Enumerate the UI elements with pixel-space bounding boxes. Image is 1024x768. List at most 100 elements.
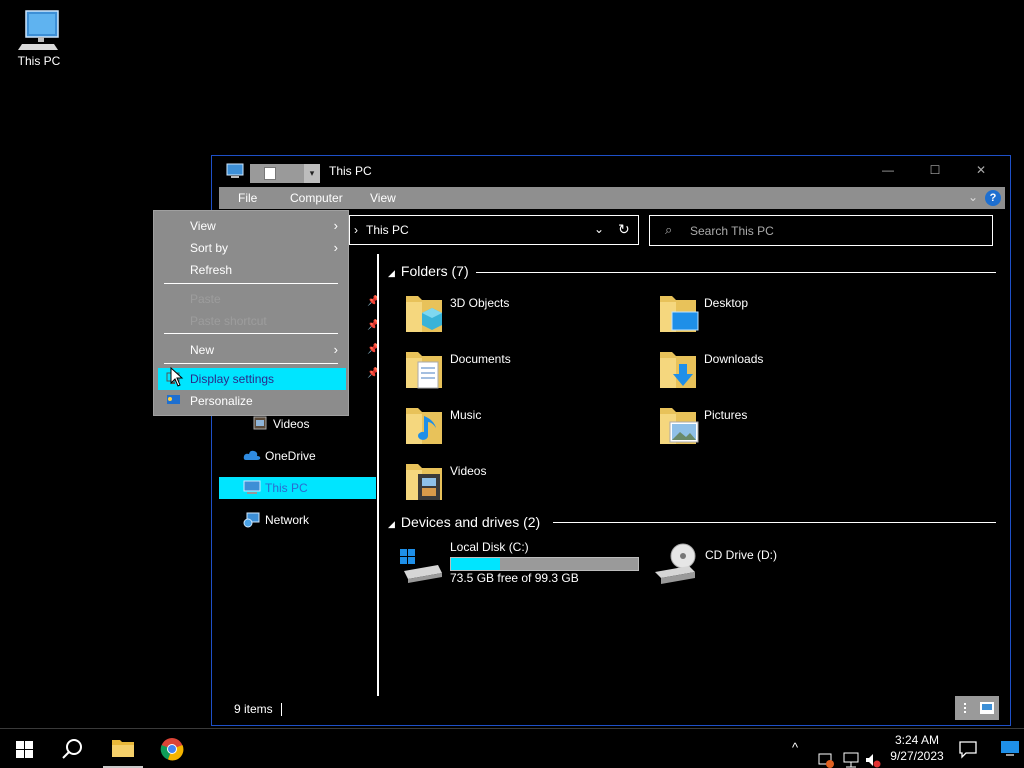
menu-separator: [164, 283, 338, 284]
documents-folder-icon: [406, 352, 442, 389]
menu-item-label: Display settings: [190, 372, 275, 386]
properties-icon[interactable]: [264, 167, 276, 180]
nav-item-videos[interactable]: Videos: [219, 413, 376, 435]
cd-drive-icon: [655, 543, 696, 584]
show-desktop-icon[interactable]: [1000, 739, 1020, 757]
maximize-button[interactable]: ☐: [925, 162, 945, 178]
menu-item-new[interactable]: New ›: [158, 339, 346, 361]
close-button[interactable]: ✕: [971, 162, 991, 178]
mouse-cursor-icon: [170, 367, 184, 387]
folder-item[interactable]: Music: [404, 402, 644, 454]
network-icon: [243, 512, 260, 528]
onedrive-icon: [243, 450, 261, 460]
drive-label: CD Drive (D:): [705, 548, 777, 562]
group-header-label: Folders (7): [400, 263, 469, 279]
group-header-devices[interactable]: ◢ Devices and drives (2): [388, 514, 540, 530]
large-icons-view-icon[interactable]: [978, 700, 996, 716]
menu-item-label: Sort by: [190, 241, 229, 255]
desktop-icon-label: This PC: [17, 54, 61, 68]
status-divider: [281, 703, 282, 716]
folder-item[interactable]: Downloads: [658, 346, 898, 398]
tray-overflow-icon[interactable]: ^: [792, 740, 798, 768]
menu-item-label: Refresh: [190, 263, 233, 277]
network-tray-icon[interactable]: [842, 740, 860, 768]
menu-item-label: Paste: [190, 292, 221, 306]
menu-item-personalize[interactable]: Personalize: [158, 390, 346, 412]
nav-item-onedrive[interactable]: OneDrive: [219, 445, 376, 467]
menu-item-view[interactable]: View ›: [158, 215, 346, 237]
address-dropdown-icon[interactable]: ⌄: [594, 222, 604, 236]
music-folder-icon: [406, 408, 442, 444]
system-clock[interactable]: 3:24 AM 9/27/2023: [886, 732, 948, 764]
drive-usage-fill: [451, 558, 500, 570]
minimize-button[interactable]: —: [878, 162, 898, 178]
this-pc-icon: [226, 163, 244, 178]
start-button[interactable]: [0, 729, 48, 768]
window-title: This PC: [329, 164, 372, 178]
nav-item-this-pc[interactable]: This PC: [219, 477, 376, 499]
menu-separator: [164, 363, 338, 364]
menu-item-display-settings[interactable]: Display settings: [158, 368, 346, 390]
quick-access-dropdown[interactable]: ▾: [304, 164, 320, 183]
folder-item[interactable]: Desktop: [658, 290, 898, 342]
notification-icon[interactable]: [958, 739, 978, 759]
downloads-folder-icon: [660, 352, 696, 388]
group-divider: [553, 522, 996, 523]
search-input[interactable]: [690, 223, 980, 239]
search-box[interactable]: ⌕: [649, 215, 993, 246]
taskbar-app-file-explorer[interactable]: [99, 729, 147, 768]
3d-objects-folder-icon: [406, 296, 442, 332]
clock-time: 3:24 AM: [894, 733, 940, 747]
group-header-folders[interactable]: ◢ Folders (7): [388, 263, 469, 279]
drive-free-space: 73.5 GB free of 99.3 GB: [450, 571, 579, 585]
title-bar[interactable]: ▾ This PC — ☐ ✕: [212, 156, 1010, 186]
chevron-down-icon[interactable]: ⌄: [968, 190, 978, 204]
security-tray-icon[interactable]: [817, 740, 835, 768]
group-header-label: Devices and drives (2): [400, 514, 541, 530]
search-icon: [62, 739, 82, 759]
local-disk-icon: [400, 549, 442, 583]
ribbon: File Computer View ⌄ ?: [219, 187, 1005, 209]
videos-folder-icon: [406, 464, 442, 500]
drive-item-cd-drive[interactable]: CD Drive (D:): [653, 542, 893, 594]
folder-item[interactable]: Videos: [404, 458, 644, 510]
menu-item-refresh[interactable]: Refresh: [158, 259, 346, 281]
personalize-icon: [167, 395, 180, 404]
tab-computer[interactable]: Computer: [290, 191, 343, 205]
folder-label: Music: [450, 408, 482, 422]
tab-file[interactable]: File: [238, 191, 257, 205]
nav-item-label: Videos: [273, 417, 310, 431]
drive-label: Local Disk (C:): [450, 540, 529, 554]
refresh-icon[interactable]: ↻: [618, 221, 630, 238]
nav-item-network[interactable]: Network: [219, 509, 376, 531]
nav-item-label: Network: [265, 513, 310, 527]
this-pc-icon: [18, 10, 59, 50]
search-button[interactable]: [48, 729, 96, 768]
file-explorer-icon: [112, 740, 134, 757]
menu-separator: [164, 333, 338, 334]
nav-item-label: OneDrive: [265, 449, 316, 463]
menu-item-label: Personalize: [190, 394, 253, 408]
address-bar[interactable]: › This PC ⌄ ↻: [349, 215, 639, 245]
breadcrumb-separator[interactable]: ›: [354, 223, 358, 237]
folder-item[interactable]: Pictures: [658, 402, 898, 454]
volume-muted-icon[interactable]: [864, 740, 882, 768]
folder-item[interactable]: 3D Objects: [404, 290, 644, 342]
tab-view[interactable]: View: [370, 191, 396, 205]
folder-label: Videos: [450, 464, 487, 478]
folder-item[interactable]: Documents: [404, 346, 644, 398]
details-view-icon[interactable]: [958, 700, 976, 716]
drive-usage-bar: [450, 557, 639, 571]
breadcrumb[interactable]: This PC: [366, 223, 409, 237]
menu-item-label: Paste shortcut: [190, 314, 267, 328]
search-icon: ⌕: [665, 222, 673, 237]
taskbar-app-chrome[interactable]: [148, 729, 196, 768]
menu-item-sort-by[interactable]: Sort by ›: [158, 237, 346, 259]
help-icon[interactable]: ?: [985, 190, 1001, 206]
menu-item-label: View: [190, 219, 216, 233]
folder-label: Documents: [450, 352, 511, 366]
nav-item-label: This PC: [265, 481, 308, 495]
pane-divider[interactable]: [377, 254, 379, 696]
desktop-icon-this-pc[interactable]: This PC: [10, 8, 68, 68]
folder-label: 3D Objects: [450, 296, 510, 310]
